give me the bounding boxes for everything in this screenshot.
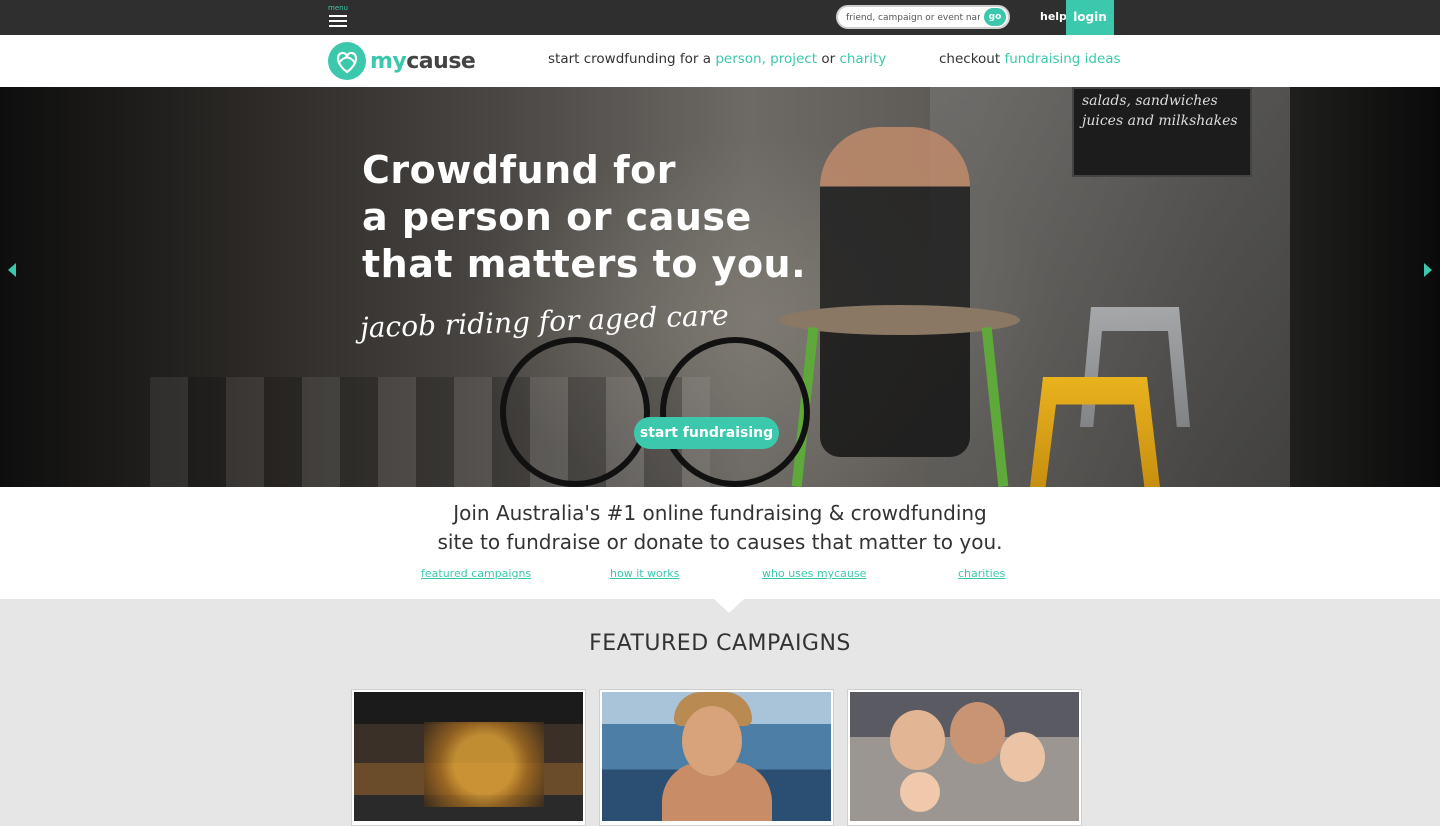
search-go-button[interactable]: go (984, 8, 1006, 26)
triangle-right-icon[interactable] (1424, 263, 1432, 277)
link-who-uses-mycause[interactable]: who uses mycause (762, 567, 866, 580)
campaign-image (850, 692, 1079, 821)
search-box: go (836, 5, 1010, 29)
campaign-image (354, 692, 583, 821)
nav-link-charity[interactable]: charity (839, 51, 886, 67)
nav-link-fundraising-ideas[interactable]: fundraising ideas (1004, 51, 1120, 67)
top-bar: menu go help login (0, 0, 1440, 35)
site-header: mycause start crowdfunding for a person,… (0, 35, 1440, 87)
campaign-card[interactable] (351, 689, 586, 826)
hero-carousel: salads, sandwiches juices and milkshakes… (0, 87, 1440, 487)
heart-knot-logo-icon (328, 42, 366, 80)
start-fundraising-button[interactable]: start fundraising (634, 417, 779, 449)
intro-links: featured campaigns how it works who uses… (0, 567, 1440, 583)
campaign-card[interactable] (847, 689, 1082, 826)
intro-tagline: Join Australia's #1 online fundraising &… (437, 501, 1003, 554)
menu-button[interactable]: menu (328, 4, 348, 30)
search-input[interactable] (846, 10, 980, 25)
hero-cyclist (820, 127, 970, 457)
campaign-card[interactable] (599, 689, 834, 826)
help-link[interactable]: help (1040, 10, 1067, 23)
section-pointer (714, 599, 744, 613)
nav-link-person-project[interactable]: person, project (715, 51, 817, 67)
triangle-left-icon[interactable] (8, 263, 16, 277)
menu-label: menu (328, 4, 348, 12)
logo-wordmark: mycause (370, 48, 476, 74)
hamburger-icon (328, 15, 348, 27)
hero-headline: Crowdfund for a person or cause that mat… (362, 148, 807, 286)
featured-campaigns-heading: FEATURED CAMPAIGNS (589, 631, 851, 656)
intro-section: Join Australia's #1 online fundraising &… (0, 487, 1440, 613)
link-featured-campaigns[interactable]: featured campaigns (421, 567, 531, 580)
link-how-it-works[interactable]: how it works (610, 567, 679, 580)
login-button[interactable]: login (1066, 0, 1114, 35)
mycause-logo[interactable]: mycause (328, 41, 476, 81)
hero-bicycle (500, 317, 810, 487)
hero-chalkboard-text: salads, sandwiches juices and milkshakes (1082, 93, 1238, 129)
campaign-image (602, 692, 831, 821)
nav-checkout: checkout fundraising ideas (939, 51, 1121, 67)
link-charities[interactable]: charities (958, 567, 1005, 580)
nav-start-crowdfunding: start crowdfunding for a person, project… (548, 51, 887, 67)
